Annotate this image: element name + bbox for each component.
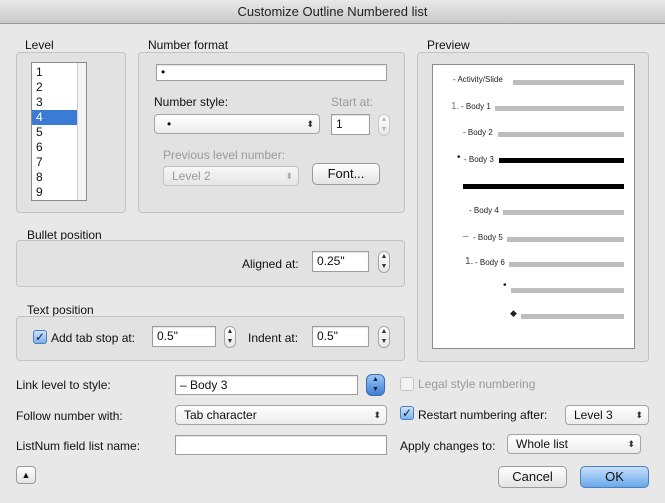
- stepper-up-icon[interactable]: ▲: [225, 327, 235, 337]
- preview-line-text: - Body 4: [469, 206, 499, 215]
- preview-line-bar: [511, 288, 624, 293]
- start-at-stepper: ▲ ▼: [378, 114, 390, 136]
- aligned-at-input[interactable]: 0.25": [312, 251, 369, 272]
- ok-button[interactable]: OK: [580, 466, 649, 488]
- preview-line-text: - Body 5: [473, 233, 503, 242]
- level-box: 123456789: [16, 52, 126, 213]
- stepper-up-icon: ▲: [380, 116, 388, 123]
- preview-line-bar: [509, 262, 624, 267]
- listnum-input[interactable]: [175, 435, 387, 455]
- preview-line-bar-selected: [463, 184, 624, 189]
- stepper-down-icon[interactable]: ▼: [379, 262, 389, 272]
- preview-line-prefix: ◆: [510, 308, 517, 318]
- preview-line-bar: [513, 80, 624, 85]
- apply-changes-value: Whole list: [516, 437, 569, 451]
- text-position-section-label: Text position: [27, 303, 94, 317]
- preview-line-prefix: •: [503, 280, 507, 291]
- popup-arrows-icon: ⬍: [285, 171, 293, 181]
- preview-line-bar: [503, 210, 624, 215]
- tab-stop-stepper[interactable]: ▲ ▼: [224, 326, 236, 348]
- link-level-label: Link level to style:: [16, 378, 111, 392]
- checkmark-icon: ✓: [401, 406, 413, 420]
- stepper-down-icon[interactable]: ▼: [379, 337, 389, 347]
- tab-stop-input[interactable]: 0.5": [152, 326, 216, 347]
- disclosure-up-icon: ▲: [21, 470, 31, 480]
- link-level-popup-button[interactable]: ▲ ▼: [366, 374, 385, 396]
- stepper-down-icon: ▼: [380, 126, 388, 133]
- follow-number-label: Follow number with:: [16, 409, 123, 423]
- restart-level-value: Level 3: [574, 408, 613, 422]
- collapse-button[interactable]: ▲: [16, 466, 36, 484]
- legal-style-checkbox: [400, 377, 414, 391]
- number-style-label: Number style:: [154, 95, 229, 109]
- level-section-label: Level: [25, 38, 54, 52]
- add-tab-stop-label: Add tab stop at:: [51, 331, 136, 345]
- stepper-up-icon: ▲: [372, 376, 379, 383]
- link-level-input[interactable]: – Body 3: [175, 375, 358, 395]
- stepper-up-icon[interactable]: ▲: [379, 327, 389, 337]
- preview-line-bar: [495, 106, 624, 111]
- preview-line-text: - Activity/Slide: [453, 75, 503, 84]
- preview-line-text: - Body 3: [464, 155, 494, 164]
- cancel-button[interactable]: Cancel: [498, 466, 567, 488]
- preview-line-prefix: 1.: [451, 101, 460, 112]
- legal-style-label: Legal style numbering: [418, 377, 536, 391]
- aligned-at-stepper[interactable]: ▲ ▼: [378, 251, 390, 273]
- stepper-up-icon[interactable]: ▲: [379, 252, 389, 262]
- number-style-value: •: [167, 117, 172, 131]
- window-title: Customize Outline Numbered list: [0, 0, 665, 24]
- restart-numbering-label: Restart numbering after:: [418, 408, 548, 422]
- popup-arrows-icon: ⬍: [306, 119, 314, 129]
- start-at-input[interactable]: 1: [331, 114, 370, 135]
- preview-box: - Activity/Slide 1. - Body 1 - Body 2 • …: [417, 52, 649, 362]
- number-format-section-label: Number format: [148, 38, 229, 52]
- indent-at-label: Indent at:: [248, 331, 299, 345]
- checkmark-icon: ✓: [34, 330, 46, 344]
- number-style-select[interactable]: • ⬍: [154, 114, 320, 134]
- listnum-label: ListNum field list name:: [16, 439, 141, 453]
- level-list-scrollbar[interactable]: [77, 63, 86, 200]
- previous-level-value: Level 2: [172, 169, 211, 183]
- follow-number-select[interactable]: Tab character ⬍: [175, 405, 387, 425]
- preview-section-label: Preview: [427, 38, 470, 52]
- preview-line-bar: [507, 237, 624, 242]
- restart-numbering-checkbox[interactable]: ✓: [400, 406, 414, 420]
- indent-at-input[interactable]: 0.5": [312, 326, 369, 347]
- previous-level-label: Previous level number:: [163, 148, 286, 162]
- preview-line-prefix: –: [463, 231, 469, 242]
- popup-arrows-icon: ⬍: [627, 439, 635, 449]
- font-button[interactable]: Font...: [312, 163, 380, 185]
- preview-line-bar-selected: [499, 158, 624, 163]
- apply-changes-label: Apply changes to:: [400, 439, 496, 453]
- follow-number-value: Tab character: [184, 408, 257, 422]
- preview-line-bar: [521, 314, 624, 319]
- restart-level-select[interactable]: Level 3 ⬍: [565, 405, 649, 425]
- preview-page: - Activity/Slide 1. - Body 1 - Body 2 • …: [432, 64, 635, 349]
- preview-line-text: - Body 6: [475, 258, 505, 267]
- preview-line-prefix: •: [457, 152, 461, 163]
- previous-level-select: Level 2 ⬍: [163, 166, 299, 186]
- apply-changes-select[interactable]: Whole list ⬍: [507, 434, 641, 454]
- stepper-down-icon: ▼: [372, 386, 379, 393]
- preview-line-prefix: 1.: [465, 256, 474, 267]
- preview-line-text: - Body 2: [463, 128, 493, 137]
- indent-at-stepper[interactable]: ▲ ▼: [378, 326, 390, 348]
- add-tab-stop-checkbox[interactable]: ✓: [33, 330, 47, 344]
- preview-line-bar: [498, 132, 624, 137]
- aligned-at-label: Aligned at:: [242, 257, 299, 271]
- number-format-input[interactable]: •: [156, 64, 387, 81]
- popup-arrows-icon: ⬍: [373, 410, 381, 420]
- preview-line-text: - Body 1: [461, 102, 491, 111]
- start-at-label: Start at:: [331, 95, 374, 109]
- popup-arrows-icon: ⬍: [635, 410, 643, 420]
- stepper-down-icon[interactable]: ▼: [225, 337, 235, 347]
